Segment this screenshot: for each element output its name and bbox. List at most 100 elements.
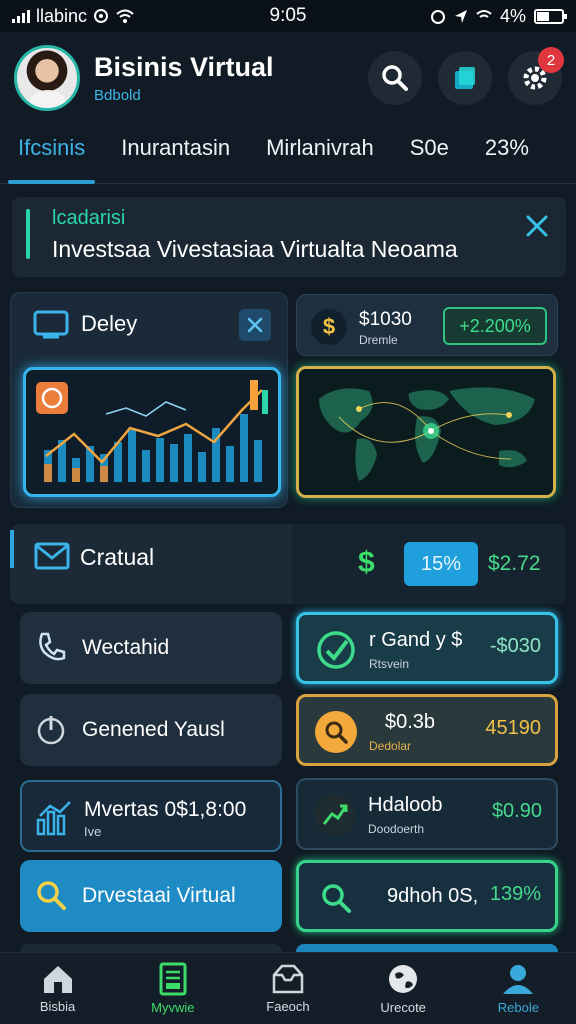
battery-percent: 4% (499, 5, 526, 26)
hdaloob-value: $0.90 (491, 800, 542, 822)
search-icon (315, 877, 357, 919)
signal-icon (12, 9, 30, 23)
dedolar-value: 45190 (485, 717, 541, 739)
nav-myvwie-label: Myvwie (151, 1000, 195, 1015)
tab-percent[interactable]: 23% (467, 124, 547, 184)
search-icon (382, 65, 408, 91)
dhoh-title: 9dhoh 0S, (387, 885, 479, 907)
hdaloob-subtitle: Doodoerth (368, 822, 425, 836)
close-icon (526, 215, 548, 237)
info-banner: lcadarisi Investsaa Vivestasiaa Virtualt… (12, 197, 566, 277)
banner-text: Investsaa Vivestasiaa Virtualta Neoama (52, 236, 458, 262)
alarm-icon (430, 10, 445, 24)
cratual-card[interactable]: Cratual $ 15% $2.72 (10, 524, 566, 604)
battery-icon (534, 8, 567, 24)
profile-icon (503, 965, 534, 994)
hdaloob-title: Hdaloob (368, 794, 443, 816)
nav-home[interactable]: Bisbia (8, 963, 108, 1014)
cratual-accent (10, 530, 14, 568)
search-icon (315, 711, 357, 753)
signal-strength-icon (476, 10, 492, 18)
nav-home-label: Bisbia (39, 999, 76, 1014)
tab-mirlanivrah[interactable]: Mirlanivrah (248, 124, 392, 184)
nav-faeoch[interactable]: Faeoch (238, 963, 338, 1014)
monitor-icon (33, 310, 69, 339)
tab-s0e[interactable]: S0e (392, 124, 467, 184)
dollar-icon: $ (358, 546, 375, 579)
cratual-percent-button[interactable]: 15% (404, 542, 478, 586)
balance-card[interactable]: $ $1030 Dremle +2.200% (296, 294, 558, 356)
genened-label: Genened Yausl (82, 718, 225, 741)
cratual-label: Cratual (80, 544, 155, 570)
globe-icon (389, 965, 418, 993)
gand-value: -$030 (489, 635, 541, 657)
deley-close-button[interactable] (239, 309, 271, 341)
mail-icon (34, 542, 70, 570)
balance-subtitle: Dremle (359, 333, 398, 347)
deley-label: Deley (81, 311, 138, 336)
inbox-icon (272, 964, 304, 994)
search-button[interactable] (368, 51, 422, 105)
cratual-value: $2.72 (488, 552, 541, 575)
drvestaai-button[interactable]: Drvestaai Virtual (20, 860, 282, 932)
search-icon (37, 881, 66, 910)
growth-chart-image (23, 367, 281, 497)
hdaloob-card[interactable]: Hdaloob Doodoerth $0.90 (296, 778, 558, 850)
nav-rebole-label: Rebole (497, 1000, 539, 1015)
check-icon (315, 629, 357, 671)
data-icon (94, 9, 109, 23)
coin-icon (36, 382, 68, 414)
drvestaai-label: Drvestaai Virtual (82, 884, 236, 907)
gand-title: r Gand y $ (369, 629, 463, 651)
nav-urecote[interactable]: Urecote (353, 962, 453, 1015)
banner-accent (26, 209, 30, 259)
nav-faeoch-label: Faeoch (266, 999, 310, 1014)
banner-close-button[interactable] (522, 211, 552, 241)
location-icon (454, 10, 467, 23)
power-icon (37, 716, 65, 745)
tab-ifcsinis[interactable]: Ifcsinis (0, 124, 103, 184)
home-icon (43, 966, 72, 993)
cratual-stats: $ 15% $2.72 (292, 524, 566, 604)
balance-value: $1030 (359, 309, 412, 330)
mvertas-item[interactable]: Mvertas 0$1,8:00 Ive (20, 780, 282, 852)
wectahid-label: Wectahid (82, 636, 170, 659)
settings-button[interactable]: 2 (508, 47, 564, 105)
bottom-nav: Bisbia Myvwie Faeoch Urecote Rebole (0, 952, 576, 1024)
tab-bar: Ifcsinis Inurantasin Mirlanivrah S0e 23% (0, 124, 576, 184)
mvertas-label: Mvertas 0$1,8:00 (84, 798, 247, 821)
banner-title: lcadarisi (52, 207, 126, 229)
document-icon (159, 962, 187, 996)
nav-urecote-label: Urecote (380, 1000, 426, 1015)
dhoh-value: 139% (489, 883, 541, 905)
wifi-icon (116, 9, 134, 23)
page-subtitle: Bdbold (94, 87, 141, 104)
dedolar-title: $0.3b (385, 711, 436, 733)
dedolar-subtitle: Dedolar (369, 739, 412, 753)
balance-change-badge: +2.200% (443, 307, 547, 345)
deley-panel: Deley (10, 292, 288, 508)
app-header: Bisinis Virtual Bdbold 2 (0, 32, 576, 124)
clock: 9:05 (269, 5, 307, 26)
dhoh-card[interactable]: 9dhoh 0S, 139% (296, 860, 558, 932)
avatar[interactable] (14, 45, 80, 111)
notification-badge: 2 (538, 47, 564, 73)
genened-item[interactable]: Genened Yausl (20, 694, 282, 766)
dollar-icon: $ (311, 309, 347, 345)
wallet-button[interactable] (438, 51, 492, 105)
nav-rebole[interactable]: Rebole (468, 962, 568, 1015)
tab-inurantasin[interactable]: Inurantasin (103, 124, 248, 184)
gand-subtitle: Rtsvein (369, 657, 410, 671)
gand-card[interactable]: r Gand y $ Rtsvein -$030 (296, 612, 558, 684)
bar-chart-icon (36, 801, 71, 836)
page-title: Bisinis Virtual (94, 52, 274, 82)
phone-icon (39, 632, 66, 661)
close-icon (247, 317, 263, 333)
dedolar-card[interactable]: $0.3b Dedolar 45190 (296, 694, 558, 766)
wectahid-item[interactable]: Wectahid (20, 612, 282, 684)
status-bar: llabinc 9:05 4% (0, 0, 576, 32)
mvertas-sub: Ive (84, 824, 102, 839)
wallet-icon (455, 67, 475, 89)
nav-myvwie[interactable]: Myvwie (123, 962, 223, 1015)
carrier-label: llabinc (36, 5, 88, 26)
